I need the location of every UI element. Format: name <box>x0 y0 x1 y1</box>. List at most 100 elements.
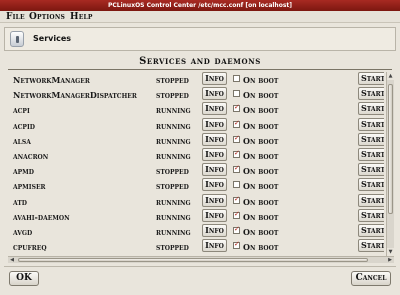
section-title: Services and daemons <box>139 56 261 67</box>
on-boot-checkbox[interactable] <box>233 149 240 158</box>
service-name: avahi-daemon <box>13 211 70 222</box>
info-button[interactable]: Info <box>202 163 227 177</box>
on-boot-label: On boot <box>243 105 279 116</box>
service-row: anacron running Info On boot Start <box>8 148 384 163</box>
service-name: apmd <box>13 166 35 177</box>
on-boot-checkbox[interactable] <box>233 240 240 250</box>
start-button[interactable]: Start <box>358 132 384 146</box>
start-button[interactable]: Start <box>358 208 384 222</box>
service-row: atd running Info On boot Start <box>8 193 384 209</box>
on-boot-label: On boot <box>243 75 279 85</box>
service-name: acpi <box>13 105 30 116</box>
service-row: apmd stopped Info On boot Start <box>8 163 384 178</box>
service-name: NetworkManager <box>13 75 90 85</box>
on-boot-label: On boot <box>243 166 279 177</box>
menu-file[interactable]: File <box>6 12 25 22</box>
service-status: running <box>156 227 191 237</box>
service-row: apmiser stopped Info On boot Start <box>8 178 384 193</box>
service-name: atd <box>13 196 27 207</box>
vertical-scroll-thumb[interactable] <box>388 84 393 214</box>
on-boot-checkbox[interactable] <box>233 210 240 219</box>
info-button[interactable]: Info <box>202 148 227 161</box>
page-header: Services <box>4 27 396 51</box>
on-boot-checkbox[interactable] <box>233 75 240 82</box>
on-boot-label: On boot <box>243 227 279 237</box>
on-boot-label: On boot <box>243 211 279 222</box>
vertical-scrollbar[interactable]: ▲ ▼ <box>386 72 394 256</box>
start-button[interactable]: Start <box>358 102 384 116</box>
services-icon <box>10 31 24 47</box>
on-boot-checkbox[interactable] <box>233 103 240 113</box>
start-button[interactable]: Start <box>358 163 384 177</box>
window-title: PCLinuxOS Control Center /etc/mcc.conf [… <box>0 0 400 11</box>
service-row: alsa running Info On boot Start <box>8 132 384 148</box>
horizontal-scroll-thumb[interactable] <box>18 258 368 262</box>
start-button[interactable]: Start <box>358 87 384 101</box>
start-button[interactable]: Start <box>358 178 384 192</box>
service-status: running <box>156 135 191 146</box>
scroll-down-icon[interactable]: ▼ <box>387 248 394 256</box>
service-name: alsa <box>13 135 31 146</box>
service-status: running <box>156 196 191 207</box>
start-button[interactable]: Start <box>358 193 384 207</box>
ok-button[interactable]: OK <box>9 271 39 286</box>
on-boot-checkbox[interactable] <box>233 90 240 98</box>
cancel-button[interactable]: Cancel <box>351 271 391 286</box>
scroll-right-icon[interactable]: ▶ <box>386 257 394 263</box>
service-name: avgd <box>13 227 33 237</box>
service-name: anacron <box>13 151 49 161</box>
service-status: running <box>156 211 191 222</box>
start-button[interactable]: Start <box>358 239 384 253</box>
start-button[interactable]: Start <box>358 117 384 131</box>
info-button[interactable]: Info <box>202 132 227 146</box>
on-boot-label: On boot <box>243 120 279 131</box>
service-row: avahi-daemon running Info On boot Start <box>8 208 384 224</box>
service-name: acpid <box>13 120 35 131</box>
on-boot-checkbox[interactable] <box>233 181 240 189</box>
info-button[interactable]: Info <box>202 239 227 253</box>
menu-help[interactable]: Help <box>70 12 93 22</box>
menu-options[interactable]: Options <box>29 12 65 22</box>
scroll-left-icon[interactable]: ◀ <box>8 257 16 263</box>
start-button[interactable]: Start <box>358 72 384 85</box>
info-button[interactable]: Info <box>202 102 227 116</box>
on-boot-checkbox[interactable] <box>233 134 240 143</box>
on-boot-label: On boot <box>243 242 279 253</box>
info-button[interactable]: Info <box>202 224 227 237</box>
service-status: stopped <box>156 242 189 253</box>
service-row: avgd running Info On boot Start <box>8 224 384 239</box>
scroll-up-icon[interactable]: ▲ <box>387 72 394 80</box>
service-status: running <box>156 120 191 131</box>
on-boot-label: On boot <box>243 151 279 161</box>
info-button[interactable]: Info <box>202 208 227 222</box>
service-status: stopped <box>156 90 189 101</box>
service-status: stopped <box>156 166 189 177</box>
info-button[interactable]: Info <box>202 72 227 85</box>
info-button[interactable]: Info <box>202 178 227 192</box>
service-status: stopped <box>156 181 189 192</box>
service-name: NetworkManagerDispatcher <box>13 90 137 101</box>
page-title: Services <box>33 34 72 43</box>
horizontal-scrollbar[interactable]: ◀ ▶ <box>8 256 394 263</box>
service-status: running <box>156 105 191 116</box>
on-boot-checkbox[interactable] <box>233 164 240 174</box>
service-status: stopped <box>156 75 189 85</box>
start-button[interactable]: Start <box>358 224 384 237</box>
on-boot-label: On boot <box>243 135 279 146</box>
service-list: NetworkManager stopped Info On boot Start Net… <box>8 72 384 256</box>
service-name: cpufreq <box>13 242 47 253</box>
on-boot-checkbox[interactable] <box>233 119 240 128</box>
on-boot-checkbox[interactable] <box>233 225 240 234</box>
service-row: NetworkManager stopped Info On boot Start <box>8 72 384 87</box>
footer-divider <box>4 266 396 267</box>
service-row: acpid running Info On boot Start <box>8 117 384 133</box>
start-button[interactable]: Start <box>358 148 384 161</box>
menubar: File Options Help <box>0 11 400 23</box>
info-button[interactable]: Info <box>202 87 227 101</box>
on-boot-checkbox[interactable] <box>233 195 240 204</box>
on-boot-label: On boot <box>243 90 279 101</box>
info-button[interactable]: Info <box>202 117 227 131</box>
info-button[interactable]: Info <box>202 193 227 207</box>
on-boot-label: On boot <box>243 196 279 207</box>
service-name: apmiser <box>13 181 46 192</box>
